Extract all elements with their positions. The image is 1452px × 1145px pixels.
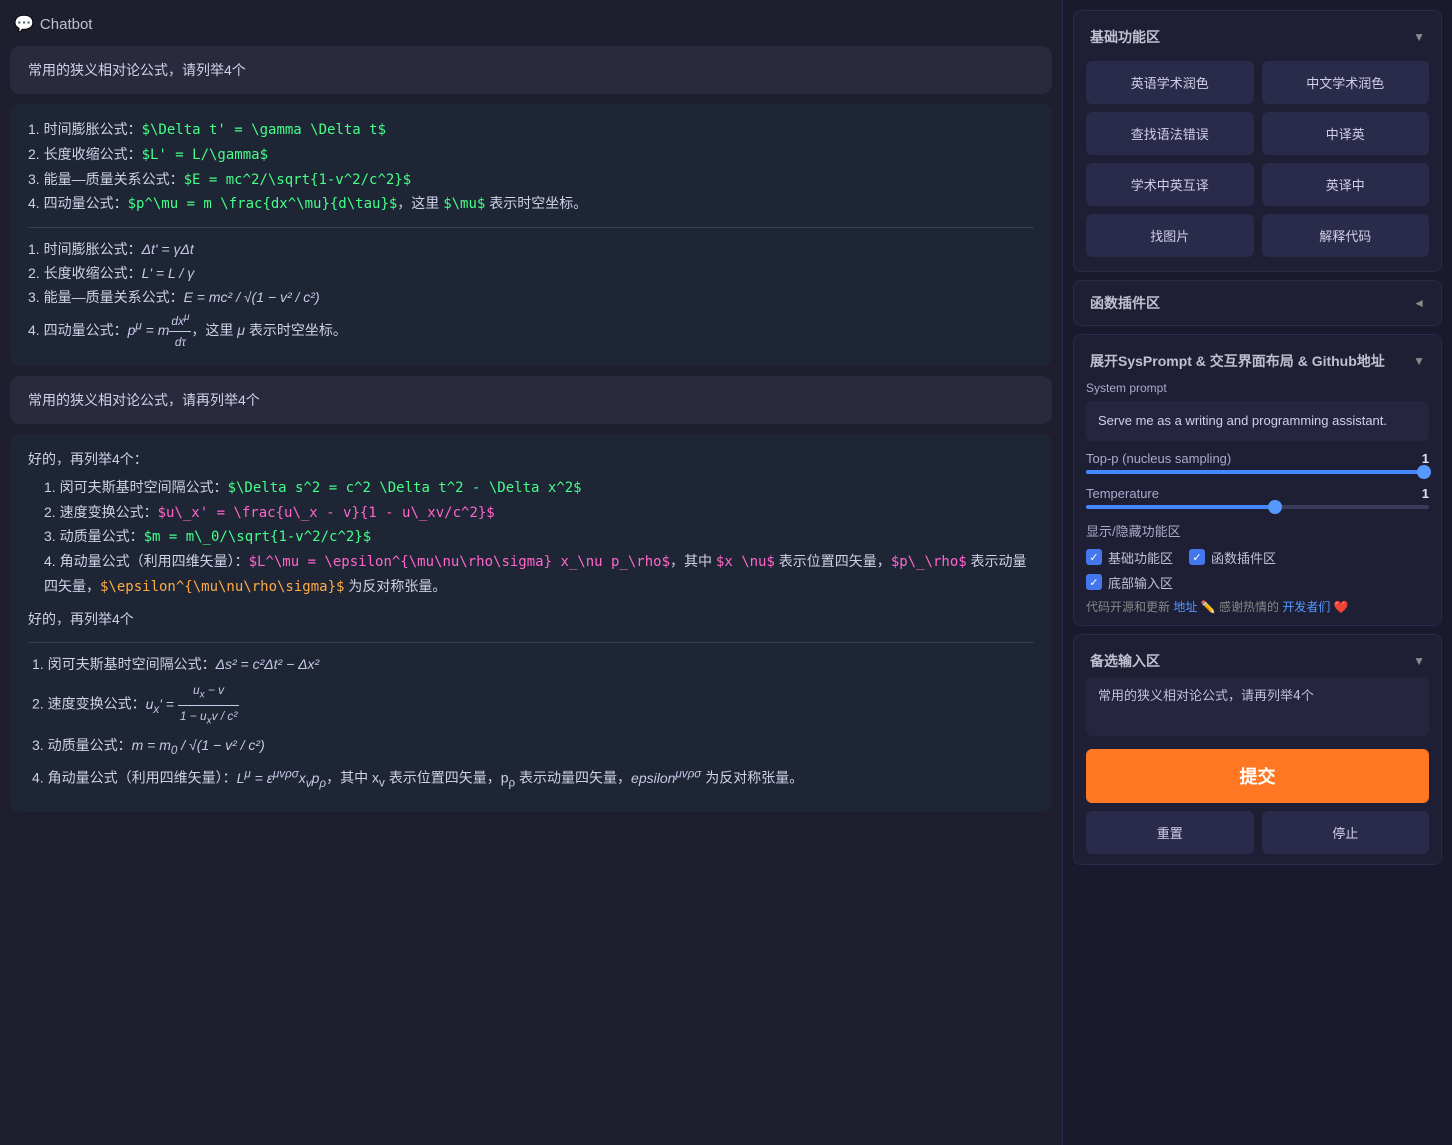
checkbox-bottom-input[interactable]: ✓ 底部输入区 bbox=[1086, 573, 1173, 592]
formula-latex-4: $p^\mu = m \frac{dx^\mu}{d\tau}$ bbox=[128, 196, 398, 212]
footer-link[interactable]: 地址 bbox=[1173, 600, 1197, 614]
top-p-track[interactable] bbox=[1086, 470, 1429, 474]
checkbox-row-1: ✓ 基础功能区 ✓ 函数插件区 bbox=[1086, 548, 1429, 567]
visibility-label: 显示/隐藏功能区 bbox=[1086, 521, 1429, 540]
ai2-rendered-3: 3. 动质量公式：m = m0 / √(1 − v² / c²) bbox=[32, 734, 1034, 761]
alt-input-header: 备选输入区 ▼ bbox=[1086, 645, 1429, 677]
user-message-2-text: 常用的狭义相对论公式，请再列举4个 bbox=[28, 392, 260, 408]
ai2-rendered-4: 4. 角动量公式（利用四维矢量）：Lμ = εμvρσxvpρ，其中 xv 表示… bbox=[32, 764, 1034, 793]
checkbox-bottom-input-box: ✓ bbox=[1086, 574, 1102, 590]
ai2-formula-3: 3. 动质量公式：$m = m\_0/\sqrt{1-v^2/c^2}$ bbox=[44, 525, 1034, 550]
checkbox-bottom-input-label: 底部输入区 bbox=[1108, 573, 1173, 592]
plugin-functions-label: 函数插件区 bbox=[1090, 293, 1160, 313]
checkbox-plugin-label: 函数插件区 bbox=[1211, 548, 1276, 567]
sysprompt-header-label: 展开SysPrompt & 交互界面布局 & Github地址 bbox=[1090, 351, 1385, 371]
system-prompt-label: System prompt bbox=[1086, 381, 1429, 395]
ai2-intro: 好的，再列举4个： bbox=[28, 448, 1034, 472]
ai-response-2: 好的，再列举4个： 1. 闵可夫斯基时空间隔公式：$\Delta s^2 = c… bbox=[10, 434, 1052, 812]
basic-functions-grid: 英语学术润色 中文学术润色 查找语法错误 中译英 学术中英互译 英译中 找图片 … bbox=[1086, 57, 1429, 261]
top-p-thumb[interactable] bbox=[1417, 465, 1431, 479]
submit-button[interactable]: 提交 bbox=[1086, 749, 1429, 803]
ai-formula-rendered-4: 4. 四动量公式：pμ = mdxμdτ，这里 μ 表示时空坐标。 bbox=[28, 310, 1034, 352]
ai-formula-latex-2: 2. 长度收缩公式：$L' = L/\gamma$ bbox=[28, 143, 1034, 168]
app-title-text: Chatbot bbox=[40, 16, 93, 33]
sysprompt-header: 展开SysPrompt & 交互界面布局 & Github地址 ▼ bbox=[1086, 345, 1429, 377]
btn-chinese-polish[interactable]: 中文学术润色 bbox=[1262, 61, 1430, 104]
sysprompt-arrow: ▼ bbox=[1413, 354, 1425, 368]
temperature-label: Temperature 1 bbox=[1086, 486, 1429, 501]
ai2-formula-4: 4. 角动量公式（利用四维矢量）：$L^\mu = \epsilon^{\mu\… bbox=[44, 550, 1034, 600]
ai-formula-rendered-1: 1. 时间膨胀公式：Δt' = γΔt bbox=[28, 238, 1034, 262]
footer-pencil: ✏️ 感谢热情的 bbox=[1201, 600, 1279, 614]
ai-formula-latex-4: 4. 四动量公式：$p^\mu = m \frac{dx^\mu}{d\tau}… bbox=[28, 192, 1034, 217]
reset-button[interactable]: 重置 bbox=[1086, 811, 1254, 854]
btn-find-image[interactable]: 找图片 bbox=[1086, 214, 1254, 257]
plugin-functions-arrow: ◄ bbox=[1413, 296, 1425, 310]
chat-panel: 💬 Chatbot 常用的狭义相对论公式，请列举4个 1. 时间膨胀公式：$\D… bbox=[0, 0, 1062, 1145]
system-prompt-text[interactable]: Serve me as a writing and programming as… bbox=[1086, 401, 1429, 441]
basic-functions-label: 基础功能区 bbox=[1090, 27, 1160, 47]
checkbox-basic[interactable]: ✓ 基础功能区 bbox=[1086, 548, 1173, 567]
ai2-outro: 好的，再列举4个 bbox=[28, 608, 1034, 632]
plugin-functions-section: 函数插件区 ◄ bbox=[1073, 280, 1442, 326]
ai-response-1: 1. 时间膨胀公式：$\Delta t' = \gamma \Delta t$ … bbox=[10, 104, 1052, 366]
stop-button[interactable]: 停止 bbox=[1262, 811, 1430, 854]
user-message-1: 常用的狭义相对论公式，请列举4个 bbox=[10, 46, 1052, 94]
top-p-container: Top-p (nucleus sampling) 1 bbox=[1086, 451, 1429, 474]
app-title-bar: 💬 Chatbot bbox=[10, 10, 1052, 46]
temperature-value: 1 bbox=[1422, 486, 1429, 501]
footer-contributors[interactable]: 开发者们 bbox=[1282, 600, 1330, 614]
footer-text-before: 代码开源和更新 bbox=[1086, 600, 1170, 614]
temperature-fill bbox=[1086, 505, 1275, 509]
bottom-buttons: 重置 停止 bbox=[1086, 811, 1429, 854]
btn-english-polish[interactable]: 英语学术润色 bbox=[1086, 61, 1254, 104]
alt-input-arrow: ▼ bbox=[1413, 654, 1425, 668]
btn-explain-code[interactable]: 解释代码 bbox=[1262, 214, 1430, 257]
btn-academic-translate[interactable]: 学术中英互译 bbox=[1086, 163, 1254, 206]
btn-zh-to-en[interactable]: 中译英 bbox=[1262, 112, 1430, 155]
ai-formula-latex-1: 1. 时间膨胀公式：$\Delta t' = \gamma \Delta t$ bbox=[28, 118, 1034, 143]
ai2-rendered-1: 1. 闵可夫斯基时空间隔公式：Δs² = c²Δt² − Δx² bbox=[32, 653, 1034, 677]
temperature-container: Temperature 1 bbox=[1086, 486, 1429, 509]
ai-formula-latex-3: 3. 能量—质量关系公式：$E = mc^2/\sqrt{1-v^2/c^2}$ bbox=[28, 168, 1034, 193]
sysprompt-section: 展开SysPrompt & 交互界面布局 & Github地址 ▼ System… bbox=[1073, 334, 1442, 626]
ai-formula-rendered-3: 3. 能量—质量关系公式：E = mc² / √(1 − v² / c²) bbox=[28, 286, 1034, 310]
user-message-2: 常用的狭义相对论公式，请再列举4个 bbox=[10, 376, 1052, 424]
top-p-fill bbox=[1086, 470, 1429, 474]
formula-latex-2: $L' = L/\gamma$ bbox=[142, 147, 268, 163]
user-message-1-text: 常用的狭义相对论公式，请列举4个 bbox=[28, 62, 246, 78]
formula-latex-1: $\Delta t' = \gamma \Delta t$ bbox=[142, 122, 386, 138]
checkbox-row-2: ✓ 底部输入区 bbox=[1086, 573, 1429, 592]
footer-links: 代码开源和更新 地址 ✏️ 感谢热情的 开发者们 ❤️ bbox=[1086, 598, 1429, 615]
btn-grammar-check[interactable]: 查找语法错误 bbox=[1086, 112, 1254, 155]
alt-input-section: 备选输入区 ▼ 常用的狭义相对论公式，请再列举4个 提交 重置 停止 bbox=[1073, 634, 1442, 865]
temperature-thumb[interactable] bbox=[1268, 500, 1282, 514]
visibility-section: 显示/隐藏功能区 ✓ 基础功能区 ✓ 函数插件区 ✓ 底部输入区 bbox=[1086, 521, 1429, 592]
checkbox-basic-label: 基础功能区 bbox=[1108, 548, 1173, 567]
basic-functions-arrow: ▼ bbox=[1413, 30, 1425, 44]
ai2-rendered-2: 2. 速度变换公式：ux' = ux − v1 − uxv / c² bbox=[32, 680, 1034, 729]
formula-latex-3: $E = mc^2/\sqrt{1-v^2/c^2}$ bbox=[184, 172, 412, 188]
alt-input-label: 备选输入区 bbox=[1090, 651, 1160, 671]
right-panel: 基础功能区 ▼ 英语学术润色 中文学术润色 查找语法错误 中译英 学术中英互译 … bbox=[1062, 0, 1452, 1145]
chatbot-icon: 💬 bbox=[14, 14, 34, 34]
btn-en-to-zh[interactable]: 英译中 bbox=[1262, 163, 1430, 206]
alt-input-field[interactable]: 常用的狭义相对论公式，请再列举4个 bbox=[1086, 677, 1429, 736]
ai2-formula-1: 1. 闵可夫斯基时空间隔公式：$\Delta s^2 = c^2 \Delta … bbox=[44, 476, 1034, 501]
ai2-formula-2: 2. 速度变换公式：$u\_x' = \frac{u\_x - v}{1 - u… bbox=[44, 501, 1034, 526]
ai-formula-rendered-2: 2. 长度收缩公式：L' = L / γ bbox=[28, 262, 1034, 286]
temperature-track[interactable] bbox=[1086, 505, 1429, 509]
checkbox-plugin[interactable]: ✓ 函数插件区 bbox=[1189, 548, 1276, 567]
top-p-label: Top-p (nucleus sampling) 1 bbox=[1086, 451, 1429, 466]
basic-functions-header: 基础功能区 ▼ bbox=[1086, 21, 1429, 53]
plugin-functions-header: 函数插件区 ◄ bbox=[1086, 287, 1429, 319]
checkbox-plugin-box: ✓ bbox=[1189, 549, 1205, 565]
basic-functions-section: 基础功能区 ▼ 英语学术润色 中文学术润色 查找语法错误 中译英 学术中英互译 … bbox=[1073, 10, 1442, 272]
footer-heart: ❤️ bbox=[1334, 600, 1349, 614]
checkbox-basic-box: ✓ bbox=[1086, 549, 1102, 565]
top-p-value: 1 bbox=[1422, 451, 1429, 466]
